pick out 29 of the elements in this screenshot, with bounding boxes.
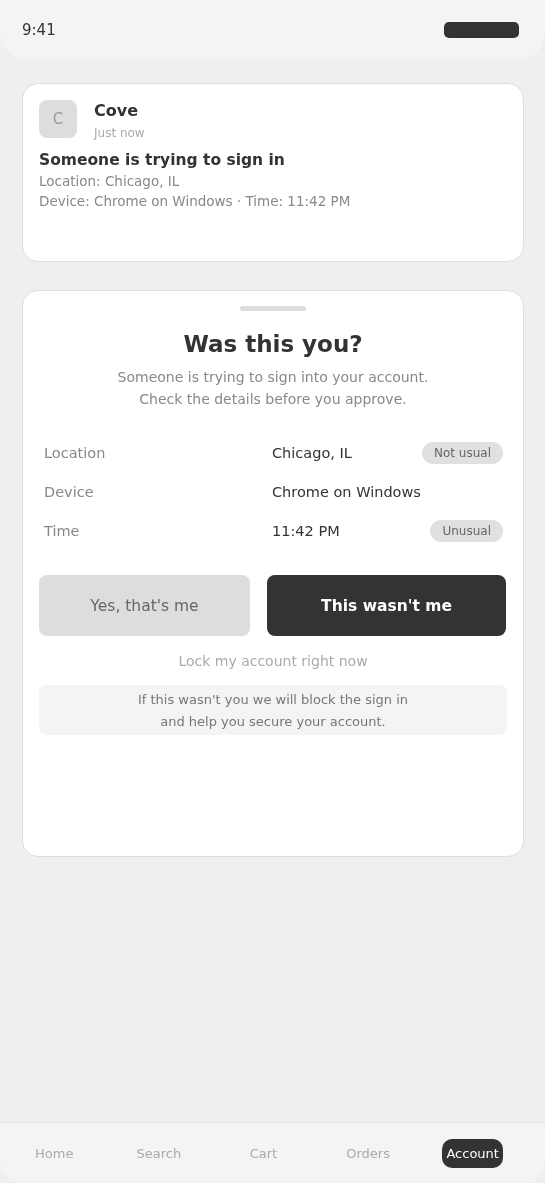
- nav-tab[interactable]: Account: [442, 1138, 503, 1168]
- warning-badge: Unusual: [430, 520, 503, 542]
- nav-tab[interactable]: Cart: [245, 1137, 282, 1169]
- lock-account-link[interactable]: Lock my account right now: [178, 653, 368, 669]
- app-name: Cove: [94, 101, 139, 120]
- notch-pill-icon: [444, 22, 519, 38]
- detail-label: Device: [44, 484, 95, 500]
- drag-handle[interactable]: [240, 306, 306, 311]
- sheet-subtitle: Someone is trying to sign into your account. Check the details before you approve.: [117, 368, 429, 409]
- detail-label: Time: [44, 523, 81, 539]
- sheet-title: Was this you?: [183, 331, 363, 357]
- detail-value: Chrome on Windows: [272, 484, 422, 500]
- notification-title: Someone is trying to sign in: [39, 151, 286, 169]
- notification-card[interactable]: C Cove Just now Someone is trying to sign in Location: Chicago, IL Device: Chrome on Windows · Time: 11:42 PM: [22, 83, 524, 262]
- status-time: 9:41: [22, 21, 56, 39]
- detail-label: Location: [44, 445, 107, 461]
- deny-button[interactable]: This wasn't me: [267, 575, 506, 636]
- app-avatar: C: [39, 100, 77, 138]
- approve-button[interactable]: Yes, that's me: [39, 575, 250, 636]
- nav-tab[interactable]: Orders: [342, 1137, 394, 1169]
- detail-value: Chicago, IL: [272, 445, 353, 461]
- notification-time: Just now: [94, 126, 145, 140]
- notification-line: Device: Chrome on Windows · Time: 11:42 PM: [39, 193, 352, 209]
- info-note: If this wasn't you we will block the sign in and help you secure your account.: [39, 685, 507, 735]
- notification-line: Location: Chicago, IL: [39, 173, 181, 189]
- nav-tab[interactable]: Search: [132, 1137, 186, 1169]
- detail-value: 11:42 PM: [272, 523, 341, 539]
- nav-tab[interactable]: Home: [31, 1137, 78, 1169]
- warning-badge: Not usual: [422, 442, 503, 464]
